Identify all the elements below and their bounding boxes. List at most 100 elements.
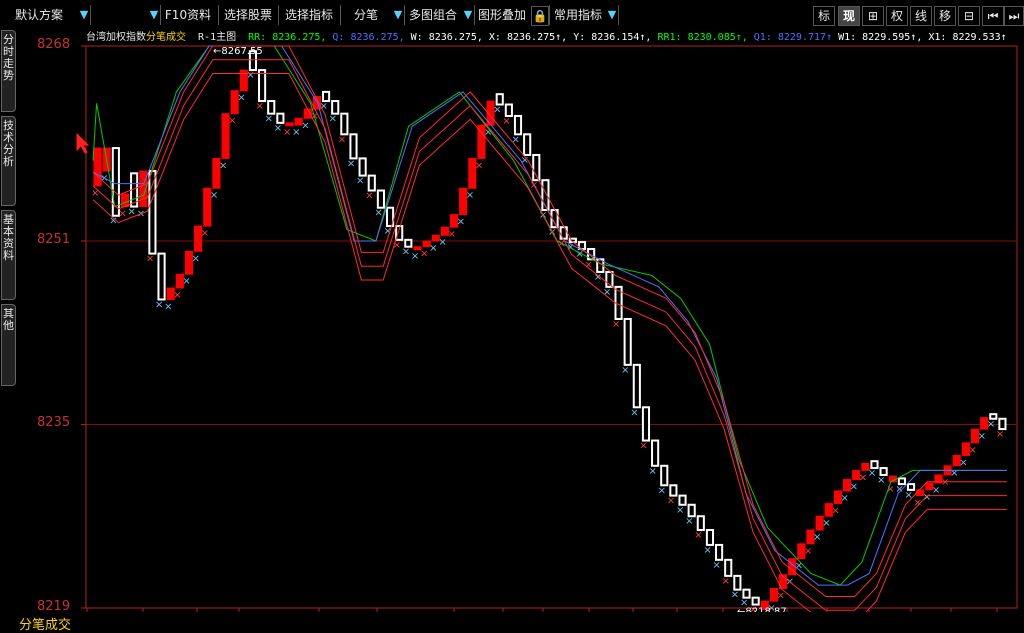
up-box	[120, 193, 130, 208]
x-marker: ×	[374, 208, 382, 219]
x-marker: ×	[639, 441, 647, 452]
tab-technical[interactable]: 技术分析	[1, 116, 16, 206]
x-marker: ×	[155, 299, 163, 310]
high-annotation: ←8267.55	[213, 46, 263, 57]
f10-button[interactable]: F10资料	[162, 5, 214, 25]
down-box	[678, 494, 687, 506]
x-marker: ×	[703, 545, 711, 556]
x-marker: ×	[438, 237, 446, 248]
panel-icon[interactable]: ⊟	[958, 6, 980, 26]
y-tick-label: 8219	[37, 599, 71, 614]
x-marker: ×	[466, 190, 474, 201]
tab-fundamentals[interactable]: 基本资料	[1, 210, 16, 300]
down-box	[376, 189, 385, 209]
x-marker: ×	[265, 114, 273, 125]
x-marker: ×	[118, 209, 126, 220]
x-marker: ×	[731, 590, 739, 601]
multi-chart-button[interactable]: 多图组合	[406, 5, 460, 25]
x-marker: ×	[329, 114, 337, 125]
prev-icon[interactable]: ⏮	[982, 6, 1004, 26]
lock-icon[interactable]: 🔒	[531, 6, 549, 26]
indicator-line	[92, 45, 1007, 586]
move-button[interactable]: 移	[934, 6, 956, 26]
x-marker: ×	[256, 101, 264, 112]
select-stock-button[interactable]: 选择股票	[220, 5, 276, 25]
toolbar: 默认方案 ▼ ▼ F10资料 选择股票 选择指标 分笔 ▼ 多图组合 ▼ 图形叠…	[0, 0, 1024, 30]
scheme-dropdown-icon[interactable]: ▼	[78, 5, 90, 25]
stock-dropdown-icon[interactable]: ▼	[148, 5, 160, 25]
down-box	[495, 93, 504, 106]
x-marker: ×	[804, 546, 812, 557]
x-marker: ×	[840, 493, 848, 504]
x-marker: ×	[649, 466, 657, 477]
x-marker: ×	[850, 482, 858, 493]
toolbar-divider	[90, 5, 91, 25]
x-marker: ×	[210, 190, 218, 201]
down-box	[742, 588, 751, 599]
x-marker: ×	[612, 319, 620, 330]
x-marker: ×	[402, 247, 410, 258]
overlay-button[interactable]: 图形叠加	[476, 5, 528, 25]
next-icon[interactable]: ⏭	[1004, 6, 1024, 26]
x-marker: ×	[411, 251, 419, 262]
x-marker: ×	[457, 217, 465, 228]
x-marker: ×	[667, 496, 675, 507]
current-button[interactable]: 现	[838, 6, 860, 26]
x-marker: ×	[173, 290, 181, 301]
x-marker: ×	[228, 116, 236, 127]
x-marker: ×	[338, 134, 346, 145]
multi-dropdown-icon[interactable]: ▼	[462, 5, 474, 25]
x-marker: ×	[904, 490, 912, 501]
x-marker: ×	[968, 445, 976, 456]
down-box	[733, 574, 742, 591]
line-button[interactable]: 线	[910, 6, 932, 26]
x-marker: ×	[246, 70, 254, 81]
toolbar-divider	[404, 5, 405, 25]
x-marker: ×	[301, 120, 309, 131]
down-box	[879, 467, 888, 476]
x-marker: ×	[475, 160, 483, 171]
x-marker: ×	[91, 188, 99, 199]
down-box	[267, 100, 276, 115]
select-indicator-button[interactable]: 选择指标	[280, 5, 338, 25]
x-marker: ×	[868, 468, 876, 479]
down-box	[998, 417, 1007, 431]
x-marker: ×	[201, 228, 209, 239]
x-marker: ×	[713, 560, 721, 571]
x-marker: ×	[365, 191, 373, 202]
scheme-select[interactable]: 默认方案	[4, 5, 74, 25]
up-box	[285, 122, 294, 127]
tick-button[interactable]: 分笔	[342, 5, 390, 25]
stock-code-input[interactable]	[92, 5, 148, 25]
mark-button[interactable]: 标	[813, 6, 835, 26]
down-box	[367, 174, 376, 192]
down-box	[276, 112, 285, 124]
toolbar-divider	[618, 5, 619, 25]
x-marker: ×	[237, 93, 245, 104]
down-box	[715, 543, 724, 561]
x-marker: ×	[658, 485, 666, 496]
x-marker: ×	[192, 253, 200, 264]
down-box	[523, 133, 532, 156]
sidebar: 分时走势 技术分析 基本资料 其他	[0, 30, 17, 632]
tick-dropdown-icon[interactable]: ▼	[392, 5, 404, 25]
tab-other[interactable]: 其他	[1, 304, 16, 386]
x-marker: ×	[813, 532, 821, 543]
x-marker: ×	[356, 176, 364, 187]
x-marker: ×	[831, 506, 839, 517]
x-marker: ×	[859, 472, 867, 483]
price-chart[interactable]: 2010/09/0609:1309:1809:2309:3309:4309:53…	[17, 30, 1024, 612]
x-marker: ×	[347, 158, 355, 169]
common-indicator-button[interactable]: 常用指标	[551, 5, 605, 25]
indicator-line	[92, 45, 1007, 597]
toolbar-divider	[474, 5, 475, 25]
down-box	[340, 112, 349, 136]
toolbar-divider	[340, 5, 341, 25]
down-box	[870, 460, 879, 470]
tab-intraday[interactable]: 分时走势	[1, 30, 16, 112]
common-dropdown-icon[interactable]: ▼	[606, 5, 618, 25]
rights-button[interactable]: 权	[886, 6, 908, 26]
toolbar-divider	[218, 5, 219, 25]
down-box	[358, 157, 367, 177]
grid-icon[interactable]: ⊞	[862, 6, 884, 26]
